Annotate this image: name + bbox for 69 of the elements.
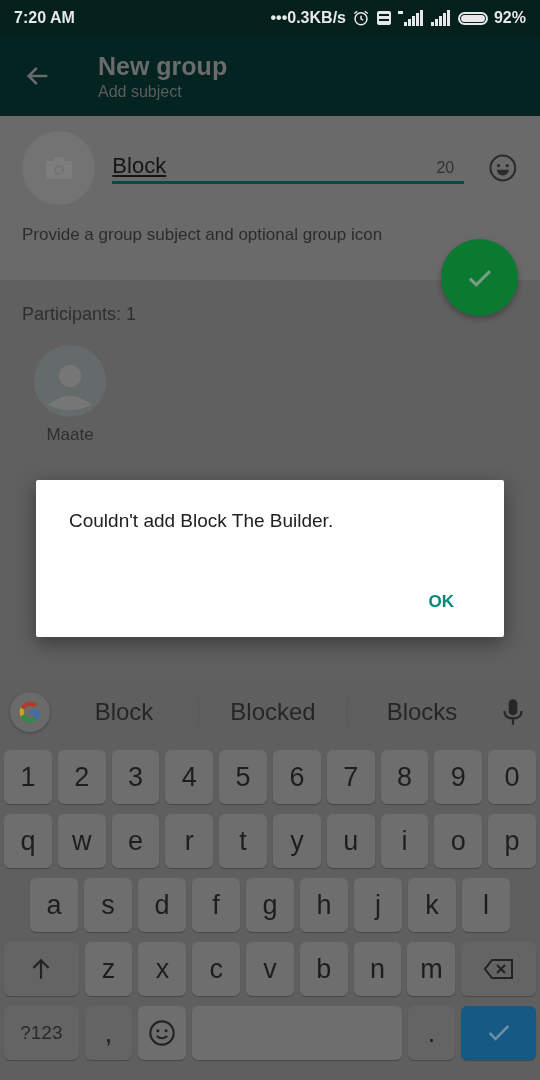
keyboard-key[interactable]: 1	[4, 750, 52, 804]
keyboard-key[interactable]: 7	[326, 750, 375, 804]
ok-button[interactable]: OK	[424, 588, 458, 616]
screen-subtitle: Add subject	[98, 82, 183, 101]
signal-icon	[429, 10, 452, 26]
keyboard-key[interactable]: y	[273, 814, 321, 868]
keyboard-key[interactable]: t	[219, 814, 267, 868]
keyboard-key[interactable]: r	[165, 814, 214, 868]
keyboard-key[interactable]: j	[354, 878, 402, 932]
keyboard-key[interactable]: 6	[273, 750, 321, 804]
word-suggestion[interactable]: Blocks	[348, 698, 496, 726]
subject-field[interactable]: Block 20	[112, 152, 465, 184]
symbols-key[interactable]: ?123	[4, 1006, 79, 1060]
keyboard-key[interactable]: x	[138, 942, 187, 996]
shift-key[interactable]	[4, 942, 79, 996]
keyboard-key[interactable]: l	[462, 878, 510, 932]
keyboard-key[interactable]: d	[138, 878, 186, 932]
keyboard-key[interactable]: a	[30, 878, 78, 932]
screen-title: New group	[98, 51, 228, 81]
hint-text: Provide a group subject and optional group icon	[22, 225, 384, 245]
keyboard-key[interactable]: g	[246, 878, 294, 932]
keyboard-key[interactable]: 0	[488, 750, 536, 804]
keyboard-key[interactable]: 4	[165, 750, 214, 804]
google-logo-icon[interactable]	[10, 692, 50, 732]
network-speed: •••0.3KB/s	[270, 9, 346, 27]
keyboard-key[interactable]: .	[407, 1006, 456, 1060]
microphone-icon[interactable]	[500, 697, 526, 727]
keyboard-key[interactable]: 2	[57, 750, 106, 804]
keyboard-key[interactable]: f	[192, 878, 240, 932]
status-time: 7:20 AM	[14, 9, 75, 27]
keyboard-key[interactable]: k	[408, 878, 456, 932]
keyboard-key[interactable]: n	[353, 942, 402, 996]
volte-icon	[375, 10, 392, 26]
keyboard-key[interactable]: 8	[380, 750, 429, 804]
keyboard-key[interactable]: m	[407, 942, 456, 996]
backspace-key[interactable]	[461, 942, 536, 996]
keyboard-key[interactable]: b	[299, 942, 348, 996]
battery-icon	[457, 11, 488, 25]
keyboard-key[interactable]: o	[434, 814, 483, 868]
keyboard-key[interactable]: 5	[219, 750, 267, 804]
keyboard-key[interactable]: v	[246, 942, 294, 996]
space-key[interactable]	[192, 1006, 402, 1060]
confirm-button[interactable]	[441, 239, 518, 316]
smiley-icon	[148, 1019, 177, 1047]
keyboard-key[interactable]: s	[84, 878, 132, 932]
keyboard-key[interactable]: ,	[84, 1006, 133, 1060]
enter-key[interactable]	[461, 1006, 536, 1060]
keyboard-key[interactable]: q	[4, 814, 52, 868]
keyboard-key[interactable]: i	[380, 814, 429, 868]
word-suggestion[interactable]: Blocked	[199, 698, 347, 726]
alarm-icon	[351, 9, 370, 27]
smiley-icon[interactable]	[488, 153, 518, 183]
keyboard-key[interactable]: 3	[111, 750, 160, 804]
keyboard-key[interactable]: z	[84, 942, 133, 996]
keyboard-key[interactable]: p	[488, 814, 536, 868]
keyboard-key[interactable]: c	[192, 942, 241, 996]
keyboard-key[interactable]: u	[326, 814, 375, 868]
keyboard-key[interactable]: 9	[434, 750, 483, 804]
signal-icon	[397, 10, 424, 26]
avatar-icon	[34, 345, 106, 417]
keyboard-key[interactable]: w	[57, 814, 106, 868]
keyboard-key[interactable]: h	[300, 878, 348, 932]
emoji-key[interactable]	[138, 1006, 187, 1060]
keyboard-key[interactable]: e	[111, 814, 160, 868]
dialog-message: Couldn't add Block The Builder.	[69, 510, 335, 532]
battery-level: 92%	[493, 9, 526, 27]
word-suggestion[interactable]: Block	[50, 698, 198, 726]
character-count: 20	[436, 158, 455, 177]
backspace-icon	[482, 957, 515, 981]
